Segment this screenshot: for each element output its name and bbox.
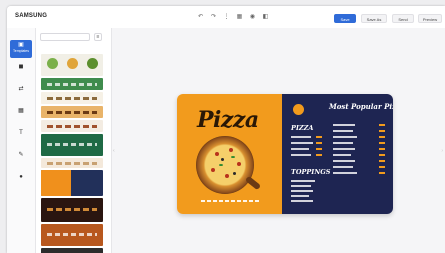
rail-item-templates[interactable]: ▣ Templates (10, 40, 32, 58)
rail-item-label: Templates (13, 49, 29, 53)
template-panel: ≡ (36, 28, 112, 253)
template-search-input[interactable] (40, 33, 90, 41)
design-canvas[interactable]: ‹ Pizza Most Popular Pizza PIZZA (112, 28, 445, 253)
rail-item-elements[interactable]: ✎ (10, 150, 32, 168)
widgets-icon: ⇄ (18, 86, 24, 92)
filter-icon[interactable]: ≡ (94, 33, 102, 41)
brand-logo: SAMSUNG (15, 13, 48, 19)
template-thumbnail[interactable] (41, 248, 103, 253)
more-icon: ● (19, 174, 23, 180)
pizza-image (196, 136, 254, 194)
menu-footer-text (201, 200, 261, 202)
section-toppings-title: TOPPINGS (291, 168, 331, 176)
text-icon: T (19, 130, 23, 136)
collapse-panel-icon[interactable]: ‹ (113, 148, 115, 154)
layers-icon[interactable]: ◉ (249, 13, 256, 21)
rail-item-shapes[interactable]: ▦ (10, 106, 32, 124)
preview-button[interactable]: Preview (418, 14, 442, 23)
undo-icon[interactable]: ↶ (197, 13, 204, 21)
shapes-icon: ▦ (18, 108, 24, 114)
redo-icon[interactable]: ↷ (210, 13, 217, 21)
menu-board-design[interactable]: Pizza Most Popular Pizza PIZZA (177, 94, 393, 214)
rail-item-more[interactable]: ● (10, 172, 32, 190)
template-thumbnail[interactable] (41, 170, 103, 196)
template-thumbnail[interactable] (41, 120, 103, 132)
align-icon[interactable]: ⋮ (223, 13, 230, 21)
template-thumbnail[interactable] (41, 224, 103, 246)
rail-item-widgets[interactable]: ⇄ (10, 84, 32, 102)
template-thumbnail[interactable] (41, 54, 103, 76)
top-bar: SAMSUNG ↶ ↷ ⋮ ▦ ◉ ◧ Save Save As Send Pr… (7, 6, 445, 29)
elements-icon: ✎ (18, 152, 24, 158)
section-pizza-title: PIZZA (291, 124, 314, 132)
toolbar-icons: ↶ ↷ ⋮ ▦ ◉ ◧ (197, 13, 269, 21)
media-icon: ◼ (18, 64, 24, 70)
save-button[interactable]: Save (334, 14, 356, 23)
template-thumbnail[interactable] (41, 92, 103, 104)
template-thumbnail[interactable] (41, 78, 103, 90)
template-thumbnail[interactable] (41, 158, 103, 168)
pizza-logo-icon (293, 104, 304, 115)
templates-icon: ▣ (18, 42, 24, 48)
template-thumbnail[interactable] (41, 198, 103, 222)
app-window: SAMSUNG ↶ ↷ ⋮ ▦ ◉ ◧ Save Save As Send Pr… (7, 6, 445, 253)
template-thumbnail[interactable] (41, 134, 103, 156)
rail-item-text[interactable]: T (10, 128, 32, 146)
save-as-button[interactable]: Save As (361, 14, 387, 23)
view-icon[interactable]: ◧ (262, 13, 269, 21)
template-thumbnail[interactable] (41, 106, 103, 118)
rail-item-media[interactable]: ◼ (10, 62, 32, 80)
menu-headline: Most Popular Pizza (329, 102, 393, 111)
menu-title: Pizza (197, 107, 259, 133)
canvas-scroll-handle[interactable]: › (441, 148, 443, 154)
tool-rail: ▣ Templates ◼ ⇄ ▦ T ✎ ● (7, 28, 36, 253)
grid-icon[interactable]: ▦ (236, 13, 243, 21)
send-button[interactable]: Send (392, 14, 414, 23)
